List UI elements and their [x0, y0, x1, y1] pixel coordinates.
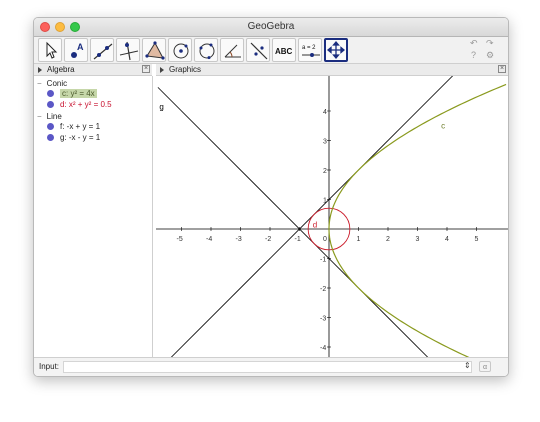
- slider-tool-label: a = 2: [302, 45, 316, 51]
- y-tick-label: 2: [323, 168, 327, 175]
- x-tick-label: -2: [265, 236, 271, 243]
- perpendicular-tool-button[interactable]: [116, 38, 140, 62]
- input-history-arrows-icon[interactable]: ⇕: [464, 361, 471, 370]
- label-g: g: [159, 103, 163, 112]
- algebra-item-c-text: c: y² = 4x: [60, 89, 97, 98]
- move-graphics-tool-button[interactable]: [324, 38, 348, 62]
- label-d: d: [313, 221, 317, 230]
- slider-tool-button[interactable]: a = 2: [298, 38, 322, 62]
- circle-three-points-tool-button[interactable]: [194, 38, 218, 62]
- graphics-panel-title: Graphics: [169, 65, 202, 74]
- group-line-label: Line: [46, 112, 62, 121]
- graphics-panel-header: Graphics ×: [156, 64, 508, 76]
- y-tick-label: -3: [320, 316, 326, 323]
- y-tick-label: 3: [323, 139, 327, 146]
- perpendicular-icon: [119, 41, 139, 61]
- x-tick-label: 4: [445, 236, 449, 243]
- input-field[interactable]: [63, 361, 472, 373]
- graphics-canvas[interactable]: -5-4-3-2-10123454321-1-2-3-4 c d f g: [156, 75, 508, 376]
- line-icon: [93, 43, 113, 60]
- title-bar: GeoGebra: [34, 18, 508, 37]
- reflect-icon: [250, 42, 268, 60]
- group-conic-label: Conic: [46, 79, 68, 88]
- x-tick-label: 0: [323, 236, 327, 243]
- graphics-view[interactable]: -5-4-3-2-10123454321-1-2-3-4 c d f g: [156, 75, 508, 376]
- circle-tool-button[interactable]: [168, 38, 192, 62]
- polygon-tool-button[interactable]: [142, 38, 166, 62]
- point-icon: A: [71, 42, 84, 58]
- line-f[interactable]: [157, 75, 454, 371]
- slider-icon: a = 2: [302, 45, 320, 57]
- x-tick-label: 2: [386, 236, 390, 243]
- visibility-dot-icon[interactable]: [47, 123, 54, 131]
- visibility-dot-icon[interactable]: [47, 101, 54, 109]
- y-tick-label: 4: [323, 109, 327, 116]
- parabola-c[interactable]: [328, 83, 507, 375]
- text-tool-label: ABC: [275, 47, 293, 56]
- x-tick-label: -1: [295, 236, 301, 243]
- triangle-icon: [145, 41, 165, 60]
- circle-center-icon: [173, 43, 189, 59]
- algebra-item-g-text: g: -x - y = 1: [60, 133, 101, 142]
- toolbar: A ABC a = 2 ↶ ↷ ? ⚙: [34, 37, 508, 64]
- x-tick-label: 5: [475, 236, 479, 243]
- redo-button[interactable]: ↷: [486, 38, 494, 49]
- group-line[interactable]: − Line: [37, 112, 62, 121]
- y-tick-label: -4: [320, 345, 326, 352]
- geogebra-window: GeoGebra A ABC a = 2 ↶ ↷ ? ⚙ Algebra × G…: [33, 17, 509, 377]
- x-tick-label: -3: [236, 236, 242, 243]
- visibility-dot-icon[interactable]: [47, 90, 54, 98]
- y-tick-label: -1: [320, 257, 326, 264]
- collapse-triangle-icon[interactable]: [160, 66, 164, 73]
- undo-button[interactable]: ↶: [470, 38, 478, 49]
- angle-tool-button[interactable]: [220, 38, 244, 62]
- y-tick-label: -2: [320, 286, 326, 293]
- algebra-item-d-text: d: x² + y² = 0.5: [60, 100, 112, 109]
- help-button[interactable]: ?: [471, 50, 476, 60]
- settings-button[interactable]: ⚙: [486, 50, 494, 61]
- text-tool-button[interactable]: ABC: [272, 38, 296, 62]
- algebra-close-button[interactable]: ×: [142, 65, 150, 73]
- x-tick-label: -5: [177, 236, 183, 243]
- angle-icon: [224, 44, 241, 58]
- line-g[interactable]: [157, 87, 453, 376]
- algebra-item-f[interactable]: f: -x + y = 1: [47, 122, 100, 132]
- algebra-panel-title: Algebra: [47, 65, 75, 74]
- collapse-triangle-icon[interactable]: [38, 66, 42, 73]
- point-tool-button[interactable]: A: [64, 38, 88, 62]
- point-tool-label: A: [77, 42, 84, 52]
- input-bar: Input: ⇕ α: [34, 357, 508, 376]
- algebra-item-d[interactable]: d: x² + y² = 0.5: [47, 100, 112, 110]
- text-icon: ABC: [275, 47, 293, 56]
- algebra-view: − Conic c: y² = 4x d: x² + y² = 0.5 − Line…: [34, 76, 153, 357]
- four-arrows-icon: [326, 40, 346, 60]
- x-tick-label: -4: [206, 236, 212, 243]
- x-tick-label: 3: [416, 236, 420, 243]
- reflect-tool-button[interactable]: [246, 38, 270, 62]
- move-tool-button[interactable]: [38, 38, 62, 62]
- algebra-item-f-text: f: -x + y = 1: [60, 122, 101, 131]
- input-label: Input:: [39, 362, 60, 371]
- circle-three-points-icon: [199, 43, 215, 60]
- algebra-panel-header: Algebra ×: [34, 64, 152, 76]
- group-conic[interactable]: − Conic: [37, 79, 67, 88]
- algebra-item-c[interactable]: c: y² = 4x: [47, 89, 97, 99]
- visibility-dot-icon[interactable]: [47, 134, 54, 142]
- input-help-icon[interactable]: α: [479, 361, 491, 372]
- label-c: c: [441, 122, 445, 131]
- graphics-close-button[interactable]: ×: [498, 65, 506, 73]
- line-tool-button[interactable]: [90, 38, 114, 62]
- window-title: GeoGebra: [247, 21, 295, 32]
- x-tick-label: 1: [357, 236, 361, 243]
- algebra-item-g[interactable]: g: -x - y = 1: [47, 133, 100, 143]
- cursor-arrow-icon: [46, 41, 58, 59]
